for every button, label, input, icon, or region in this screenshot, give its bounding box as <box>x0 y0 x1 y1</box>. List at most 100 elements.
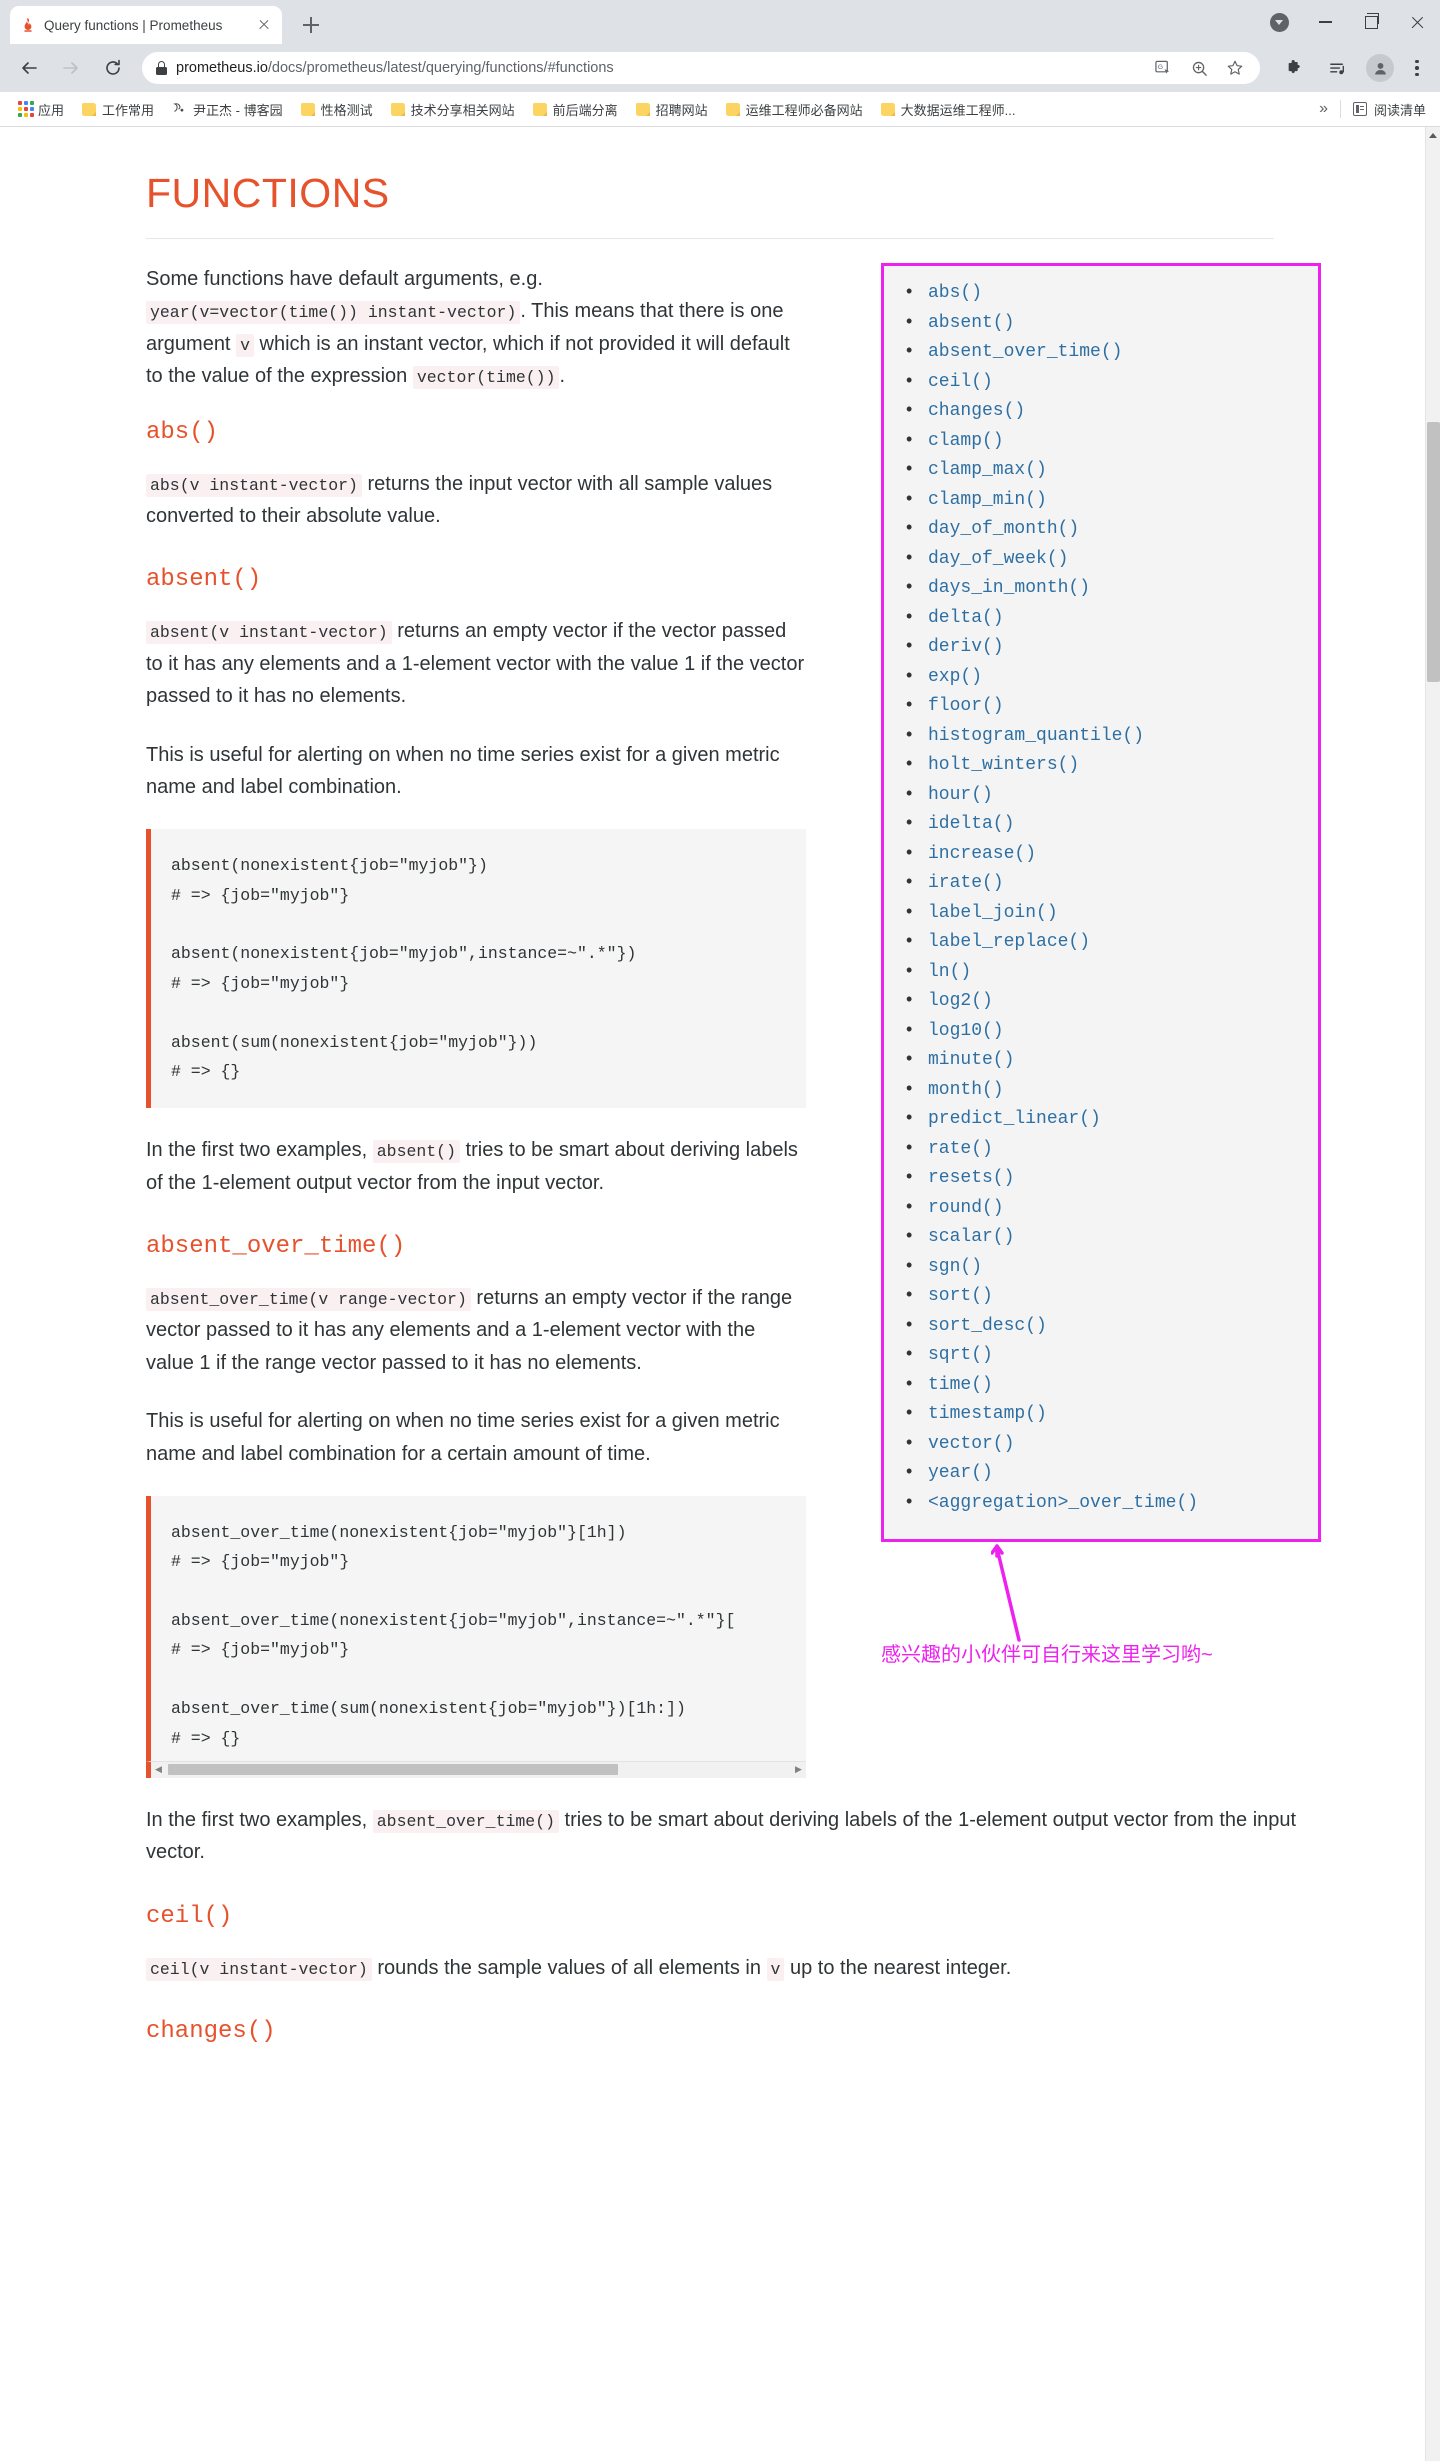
function-link[interactable]: hour() <box>928 785 993 805</box>
function-link[interactable]: resets() <box>928 1168 1014 1188</box>
bookmark-item-8[interactable]: 大数据运维工程师... <box>873 97 1024 122</box>
browser-tab[interactable]: Query functions | Prometheus <box>10 6 282 44</box>
function-link[interactable]: increase() <box>928 844 1036 864</box>
function-link[interactable]: log10() <box>928 1021 1004 1041</box>
browser-chrome: Query functions | Prometheus prometheus.… <box>0 0 1440 127</box>
tab-title: Query functions | Prometheus <box>44 17 223 33</box>
scroll-thumb[interactable] <box>168 1764 618 1776</box>
bookmark-item-apps[interactable]: 应用 <box>10 97 72 122</box>
function-link[interactable]: clamp_max() <box>928 460 1047 480</box>
function-link[interactable]: exp() <box>928 667 982 687</box>
folder-icon <box>300 102 315 116</box>
function-link[interactable]: days_in_month() <box>928 578 1090 598</box>
section-heading-absent[interactable]: absent() <box>146 566 806 593</box>
bookmark-label: 运维工程师必备网站 <box>745 102 863 118</box>
section-heading-absent-over-time[interactable]: absent_over_time() <box>146 1233 806 1260</box>
function-link[interactable]: timestamp() <box>928 1404 1047 1424</box>
inline-code: absent() <box>372 1140 460 1164</box>
reload-icon[interactable] <box>96 51 130 85</box>
forward-arrow-icon[interactable] <box>54 51 88 85</box>
bookmarks-overflow-icon[interactable]: » <box>1319 100 1328 118</box>
bookmark-star-icon[interactable] <box>1224 57 1246 79</box>
list-item: rate() <box>906 1136 1308 1161</box>
function-link[interactable]: absent() <box>928 313 1014 333</box>
code-horizontal-scrollbar[interactable]: ◀ ▶ <box>146 1760 806 1778</box>
close-icon[interactable] <box>256 17 272 33</box>
function-link[interactable]: vector() <box>928 1434 1014 1454</box>
function-link[interactable]: sqrt() <box>928 1345 993 1365</box>
function-link[interactable]: sgn() <box>928 1257 982 1277</box>
function-link[interactable]: round() <box>928 1198 1004 1218</box>
function-link[interactable]: ln() <box>928 962 971 982</box>
minimize-icon[interactable] <box>1302 0 1348 44</box>
media-playlist-icon[interactable] <box>1320 51 1354 85</box>
scroll-right-icon[interactable]: ▶ <box>791 1764 806 1775</box>
scroll-track[interactable] <box>166 1764 791 1776</box>
section-heading-abs[interactable]: abs() <box>146 419 806 446</box>
main-column: Some functions have default arguments, e… <box>146 263 806 1804</box>
scroll-up-icon[interactable] <box>1429 133 1437 138</box>
function-link[interactable]: predict_linear() <box>928 1109 1101 1129</box>
chrome-menu-icon[interactable] <box>1402 53 1432 83</box>
function-link[interactable]: rate() <box>928 1139 993 1159</box>
back-arrow-icon[interactable] <box>12 51 46 85</box>
function-link[interactable]: label_join() <box>928 903 1058 923</box>
list-item: clamp() <box>906 428 1308 453</box>
bookmark-item-2[interactable]: 尹正杰 - 博客园 <box>164 97 291 122</box>
function-link[interactable]: clamp_min() <box>928 490 1047 510</box>
function-link[interactable]: absent_over_time() <box>928 342 1122 362</box>
extensions-puzzle-icon[interactable] <box>1276 51 1310 85</box>
bookmark-item-1[interactable]: 工作常用 <box>74 97 162 122</box>
new-tab-button[interactable] <box>294 8 328 42</box>
function-link[interactable]: label_replace() <box>928 932 1090 952</box>
absent-note: This is useful for alerting on when no t… <box>146 743 780 798</box>
function-link[interactable]: sort() <box>928 1286 993 1306</box>
bookmark-item-3[interactable]: 性格测试 <box>293 97 381 122</box>
function-link[interactable]: idelta() <box>928 814 1014 834</box>
list-item: scalar() <box>906 1224 1308 1249</box>
reading-list-button[interactable]: 阅读清单 <box>1352 100 1426 119</box>
page-scrollbar[interactable] <box>1425 127 1440 2461</box>
bookmark-item-6[interactable]: 招聘网站 <box>628 97 716 122</box>
function-link[interactable]: irate() <box>928 873 1004 893</box>
function-link[interactable]: delta() <box>928 608 1004 628</box>
profile-avatar-icon[interactable] <box>1366 54 1394 82</box>
function-link[interactable]: deriv() <box>928 637 1004 657</box>
function-link[interactable]: year() <box>928 1463 993 1483</box>
bookmark-item-5[interactable]: 前后端分离 <box>525 97 626 122</box>
list-item: increase() <box>906 841 1308 866</box>
function-link[interactable]: sort_desc() <box>928 1316 1047 1336</box>
bookmark-item-7[interactable]: 运维工程师必备网站 <box>718 97 871 122</box>
section-heading-changes[interactable]: changes() <box>146 2018 1306 2045</box>
close-window-icon[interactable] <box>1394 0 1440 44</box>
update-available-icon[interactable] <box>1256 0 1302 44</box>
function-link[interactable]: histogram_quantile() <box>928 726 1144 746</box>
section-heading-ceil[interactable]: ceil() <box>146 1903 1306 1930</box>
inline-code: absent_over_time(v range-vector) <box>146 1288 471 1312</box>
scroll-left-icon[interactable]: ◀ <box>151 1764 166 1775</box>
maximize-icon[interactable] <box>1348 0 1394 44</box>
function-link[interactable]: holt_winters() <box>928 755 1079 775</box>
function-link[interactable]: changes() <box>928 401 1025 421</box>
function-link[interactable]: abs() <box>928 283 982 303</box>
folder-icon <box>725 102 740 116</box>
bookmark-item-4[interactable]: 技术分享相关网站 <box>383 97 523 122</box>
page-scroll-thumb[interactable] <box>1427 422 1440 682</box>
function-link[interactable]: clamp() <box>928 431 1004 451</box>
translate-icon[interactable]: G <box>1152 57 1174 79</box>
function-link[interactable]: minute() <box>928 1050 1014 1070</box>
inline-code: abs(v instant-vector) <box>146 473 362 497</box>
address-bar[interactable]: prometheus.io/docs/prometheus/latest/que… <box>142 52 1260 84</box>
inline-code: absent_over_time() <box>372 1809 559 1833</box>
function-link[interactable]: day_of_month() <box>928 519 1079 539</box>
function-link[interactable]: month() <box>928 1080 1004 1100</box>
function-link[interactable]: log2() <box>928 991 993 1011</box>
zoom-icon[interactable] <box>1188 57 1210 79</box>
bookmark-label: 性格测试 <box>320 102 373 118</box>
function-link[interactable]: floor() <box>928 696 1004 716</box>
function-link[interactable]: <aggregation>_over_time() <box>928 1493 1198 1513</box>
function-link[interactable]: scalar() <box>928 1227 1014 1247</box>
function-link[interactable]: ceil() <box>928 372 993 392</box>
function-link[interactable]: time() <box>928 1375 993 1395</box>
function-link[interactable]: day_of_week() <box>928 549 1068 569</box>
